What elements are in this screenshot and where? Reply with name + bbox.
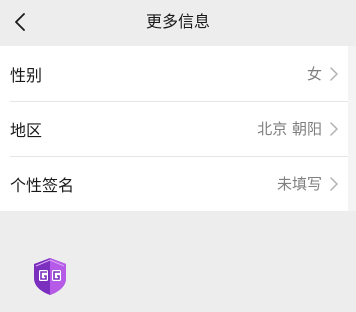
region-value: 北京 朝阳: [257, 120, 322, 138]
gender-value: 女: [306, 65, 322, 83]
region-label: 地区: [10, 120, 43, 140]
game-guardian-icon[interactable]: [30, 256, 70, 296]
signature-label: 个性签名: [10, 175, 75, 195]
more-info-page: 更多信息 性别 女 地区 北京 朝阳 个性签名 未填写: [0, 0, 356, 312]
chevron-right-icon: [330, 176, 338, 191]
region-row[interactable]: 地区 北京 朝阳: [0, 101, 348, 156]
info-list: 性别 女 地区 北京 朝阳 个性签名 未填写: [0, 46, 348, 211]
page-title: 更多信息: [145, 12, 210, 31]
signature-row[interactable]: 个性签名 未填写: [0, 156, 348, 211]
chevron-right-icon: [330, 121, 338, 136]
signature-value: 未填写: [276, 175, 322, 193]
game-guardian-logo: [34, 258, 66, 295]
chevron-right-icon: [330, 66, 338, 81]
edge-strip: [348, 46, 356, 211]
navigation-bar: 更多信息: [0, 0, 356, 44]
gender-label: 性别: [10, 65, 43, 85]
gender-row[interactable]: 性别 女: [0, 46, 348, 101]
